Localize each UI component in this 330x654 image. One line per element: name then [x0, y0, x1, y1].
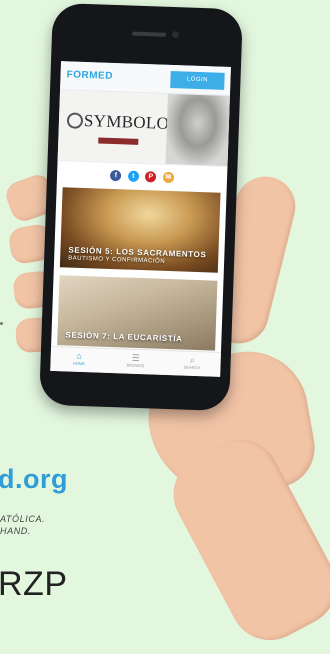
background-tagline: ATÓLICA. HAND.: [0, 513, 45, 537]
statue-image: [165, 93, 230, 166]
tab-label: BROWSE: [126, 362, 145, 369]
background-code-text: RZP: [0, 565, 68, 603]
twitter-icon[interactable]: t: [127, 170, 140, 182]
tagline-line-2: HAND.: [0, 526, 32, 536]
tab-search[interactable]: ⌕ SEARCH: [163, 351, 220, 377]
app-logo[interactable]: FORMED: [66, 69, 113, 82]
phone-speaker: [131, 31, 167, 37]
seal-icon: [66, 112, 84, 129]
tab-label: HOME: [72, 360, 85, 367]
tab-label: SEARCH: [183, 364, 201, 371]
decorative-dot: [0, 322, 3, 325]
phone-camera: [171, 30, 180, 39]
phone-screen: FORMED LOGIN SYMBOLON f t P ✉ SESIÓN 5: …: [50, 61, 231, 377]
login-button[interactable]: LOGIN: [170, 70, 225, 90]
content-card[interactable]: SESIÓN 5: LOS SACRAMENTOS BAUTISMO Y CON…: [59, 187, 221, 273]
hero-banner[interactable]: SYMBOLON: [57, 90, 230, 167]
tab-browse[interactable]: ☰ BROWSE: [107, 349, 164, 375]
bottom-tab-bar: ⌂ HOME ☰ BROWSE ⌕ SEARCH: [50, 345, 221, 377]
email-icon[interactable]: ✉: [162, 171, 174, 184]
facebook-icon[interactable]: f: [110, 169, 122, 182]
tagline-line-1: ATÓLICA.: [0, 514, 46, 524]
tab-home[interactable]: ⌂ HOME: [50, 347, 107, 373]
content-card[interactable]: SESIÓN 7: LA EUCARISTÍA: [57, 275, 218, 351]
card-title: SESIÓN 7: LA EUCARISTÍA: [65, 330, 183, 344]
smartphone: FORMED LOGIN SYMBOLON f t P ✉ SESIÓN 5: …: [39, 2, 243, 412]
background-website-text: d.org: [0, 464, 68, 494]
hero-badge: [98, 137, 139, 145]
pinterest-icon[interactable]: P: [145, 171, 157, 183]
